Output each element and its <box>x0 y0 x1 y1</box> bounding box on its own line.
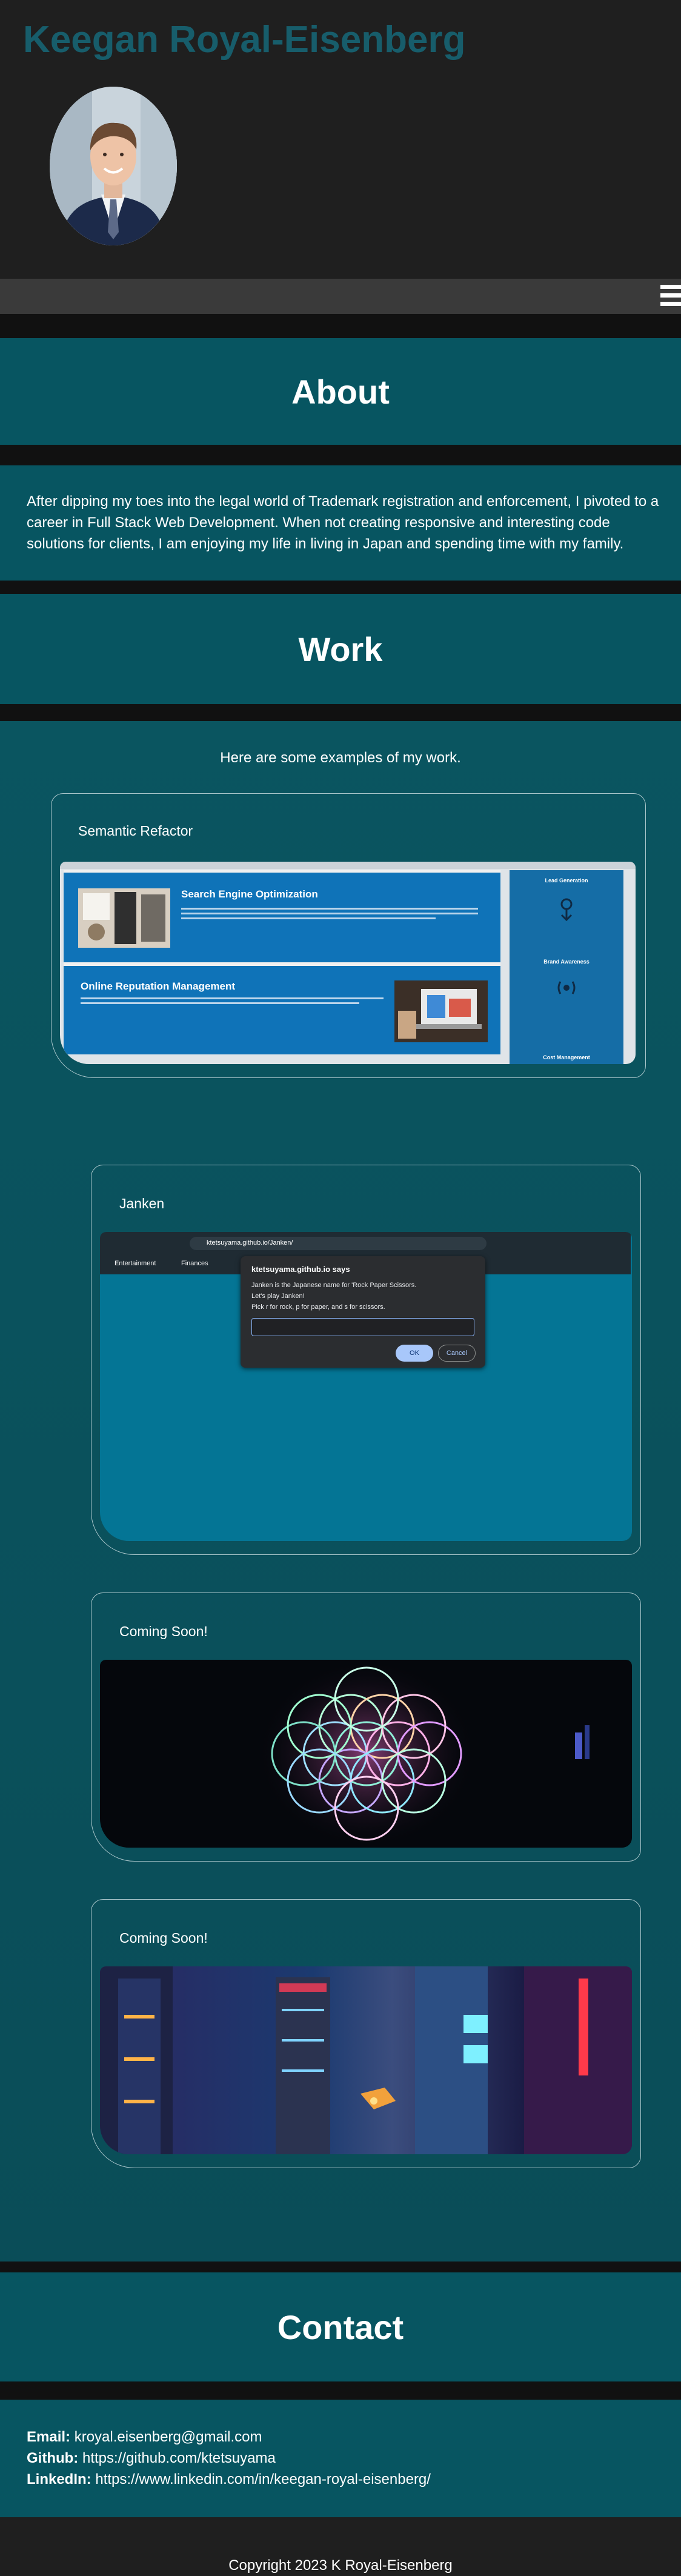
seo-photo-image <box>78 888 170 948</box>
dialog-line: Let's play Janken! <box>251 1293 305 1300</box>
browser-url: ktetsuyama.github.io/Janken/ <box>207 1239 293 1246</box>
project-card-janken[interactable]: Janken ktetsuyama.github.io/Janken/ Ente… <box>91 1165 641 1555</box>
contact-linkedin-row: LinkedIn: https://www.linkedin.com/in/ke… <box>27 2469 431 2490</box>
project-title: Coming Soon! <box>119 1623 208 1639</box>
lead-generation-title: Lead Generation <box>545 877 588 884</box>
project-card-coming-soon[interactable]: Coming Soon! <box>91 1899 641 2168</box>
cost-management-title: Cost Management <box>543 1054 590 1060</box>
project-screenshot[interactable]: ktetsuyama.github.io/Janken/ Entertainme… <box>100 1232 632 1541</box>
work-heading-band: Work <box>0 594 681 704</box>
bookmark-finances: Finances <box>181 1260 208 1267</box>
email-link[interactable]: kroyal.eisenberg@gmail.com <box>75 2429 262 2445</box>
contact-heading-band: Contact <box>0 2272 681 2381</box>
dialog-line: Janken is the Japanese name for 'Rock Pa… <box>251 1282 417 1289</box>
dialog-cancel-button: Cancel <box>438 1345 476 1362</box>
copyright-text: Copyright 2023 K Royal-Eisenberg <box>228 2557 453 2574</box>
divider <box>0 581 681 594</box>
contact-github-row: Github: https://github.com/ktetsuyama <box>27 2448 431 2469</box>
dialog-ok-button: OK <box>396 1345 433 1362</box>
work-heading: Work <box>298 630 383 668</box>
site-title: Keegan Royal-Eisenberg <box>23 19 466 61</box>
work-intro: Here are some examples of my work. <box>220 750 461 766</box>
contact-email-row: Email: kroyal.eisenberg@gmail.com <box>27 2426 431 2448</box>
magnet-icon <box>560 898 573 922</box>
dialog-title: ktetsuyama.github.io says <box>251 1265 350 1274</box>
divider <box>0 2381 681 2400</box>
seo-panel-title: Search Engine Optimization <box>181 888 318 900</box>
dialog-input <box>251 1318 474 1336</box>
alert-dialog: ktetsuyama.github.io says Janken is the … <box>241 1256 485 1368</box>
cyber-city-image <box>100 1966 632 2154</box>
orm-photo-image <box>394 980 488 1042</box>
project-title: Coming Soon! <box>119 1930 208 1946</box>
bookmark-entertainment: Entertainment <box>115 1260 156 1267</box>
project-screenshot[interactable] <box>100 1660 632 1848</box>
linkedin-label: LinkedIn: <box>27 2471 91 2488</box>
services-sidebar: Lead Generation Brand Awareness Cost Man… <box>510 870 623 1064</box>
project-card-semantic-refactor[interactable]: Semantic Refactor Search Engine Optimiza… <box>51 793 646 1078</box>
project-card-coming-soon[interactable]: Coming Soon! <box>91 1593 641 1862</box>
broadcast-icon <box>557 981 576 994</box>
divider <box>0 445 681 465</box>
hamburger-menu-icon[interactable] <box>658 284 681 308</box>
project-title: Janken <box>119 1196 165 1211</box>
about-heading-band: About <box>0 338 681 445</box>
nav-bar <box>0 279 681 314</box>
project-title: Semantic Refactor <box>78 823 193 839</box>
contact-details: Email: kroyal.eisenberg@gmail.com Github… <box>27 2426 431 2490</box>
github-link[interactable]: https://github.com/ktetsuyama <box>82 2450 276 2466</box>
linkedin-link[interactable]: https://www.linkedin.com/in/keegan-royal… <box>95 2471 431 2488</box>
project-screenshot[interactable] <box>100 1966 632 2154</box>
email-label: Email: <box>27 2429 71 2445</box>
project-screenshot[interactable]: Search Engine Optimization Online Reputa… <box>60 862 636 1064</box>
profile-avatar <box>50 87 177 245</box>
divider <box>0 2261 681 2272</box>
orm-panel-title: Online Reputation Management <box>81 980 236 992</box>
brand-awareness-title: Brand Awareness <box>543 959 590 965</box>
avatar-photo <box>50 87 177 245</box>
seo-panel: Search Engine Optimization <box>64 873 500 962</box>
contact-heading: Contact <box>277 2308 404 2346</box>
about-heading: About <box>291 372 390 411</box>
orm-panel: Online Reputation Management <box>64 966 500 1054</box>
divider <box>0 314 681 338</box>
dialog-line: Pick r for rock, p for paper, and s for … <box>251 1303 385 1311</box>
divider <box>0 704 681 721</box>
github-label: Github: <box>27 2450 79 2466</box>
about-text: After dipping my toes into the legal wor… <box>27 493 659 552</box>
flower-of-life-image <box>257 1660 590 1848</box>
